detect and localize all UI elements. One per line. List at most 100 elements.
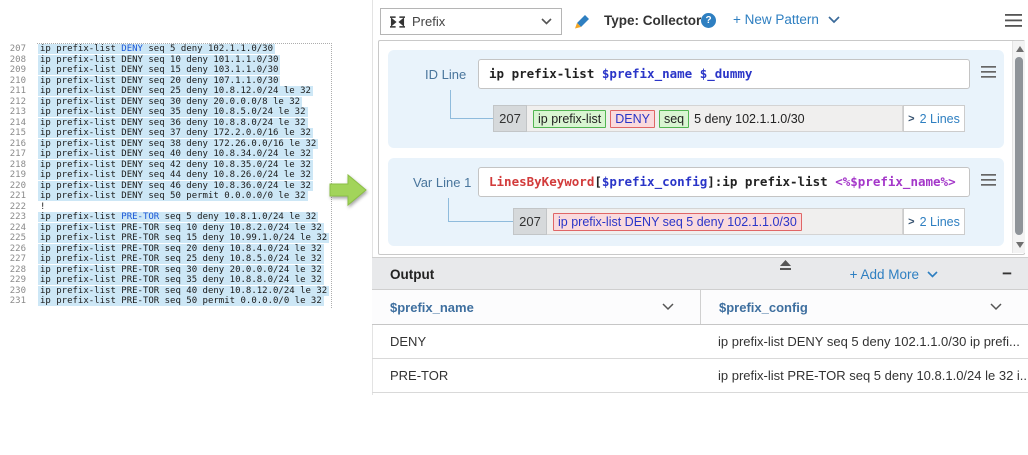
expand-lines-label: 2 Lines bbox=[920, 112, 960, 126]
code-text: ip prefix-list PRE-TOR seq 30 deny 20.0.… bbox=[38, 265, 324, 275]
code-text: ip prefix-list DENY seq 38 deny 172.26.0… bbox=[38, 139, 318, 149]
code-text: ip prefix-list PRE-TOR seq 20 deny 10.8.… bbox=[38, 244, 324, 254]
code-text: ip prefix-list DENY seq 37 deny 172.2.0.… bbox=[38, 128, 313, 138]
line-number: 213 bbox=[4, 107, 26, 118]
code-text: ip prefix-list DENY seq 30 deny 20.0.0.0… bbox=[38, 97, 302, 107]
line-number: 210 bbox=[4, 76, 26, 87]
code-text: ip prefix-list DENY seq 46 deny 10.8.36.… bbox=[38, 181, 313, 191]
pattern-segment-tpl: <%$prefix_name%> bbox=[835, 174, 955, 189]
minimize-button[interactable]: − bbox=[1002, 258, 1012, 289]
table-row[interactable]: PRE-TORip prefix-list PRE-TOR seq 5 deny… bbox=[372, 359, 1028, 393]
var-line-menu-icon[interactable] bbox=[981, 174, 996, 186]
new-pattern-button[interactable]: + New Pattern bbox=[733, 12, 840, 27]
code-keyword: PRE-TOR bbox=[121, 212, 159, 222]
pattern-select[interactable]: Prefix bbox=[380, 8, 562, 35]
cell-prefix-name: PRE-TOR bbox=[372, 359, 700, 392]
var-expand-lines-button[interactable]: > 2 Lines bbox=[903, 208, 965, 235]
sample-token-match: seq bbox=[659, 110, 689, 128]
scroll-down-icon[interactable] bbox=[1016, 242, 1024, 248]
line-number: 212 bbox=[4, 97, 26, 108]
code-line: 215ip prefix-list DENY seq 37 deny 172.2… bbox=[4, 128, 329, 139]
id-line-pattern-input[interactable]: ip prefix-list $prefix_name $_dummy bbox=[478, 59, 970, 89]
column-header-prefix-config[interactable]: $prefix_config bbox=[700, 290, 1028, 324]
line-number: 211 bbox=[4, 86, 26, 97]
type-label: Type: Collector bbox=[604, 13, 701, 28]
line-number: 218 bbox=[4, 160, 26, 171]
scroll-up-icon[interactable] bbox=[1016, 46, 1024, 52]
var-line-pattern-input[interactable]: LinesByKeyword[$prefix_config]:ip prefix… bbox=[478, 167, 970, 197]
code-line: 229 ip prefix-list PRE-TOR seq 35 deny 10… bbox=[4, 275, 329, 286]
menu-icon[interactable] bbox=[1005, 14, 1022, 27]
code-line: 231ip prefix-list PRE-TOR seq 50 permit … bbox=[4, 296, 329, 307]
line-number: 207 bbox=[4, 44, 26, 55]
screenshot-root: 207 ip prefix-list DENY seq 5 deny 102.1.… bbox=[0, 0, 1028, 455]
var-line-label: Var Line 1 bbox=[413, 175, 471, 190]
line-number: 221 bbox=[4, 191, 26, 202]
code-text: ip prefix-list DENY seq 20 deny 107.1.1.… bbox=[38, 76, 280, 86]
chevron-down-icon bbox=[541, 18, 552, 25]
code-text: ip prefix-list DENY seq 42 deny 10.8.35.… bbox=[38, 160, 313, 170]
chevron-down-icon bbox=[990, 303, 1002, 311]
code-text: ip prefix-list DENY seq 10 deny 101.1.1.… bbox=[38, 55, 280, 65]
id-line-connector bbox=[450, 90, 493, 119]
line-number: 225 bbox=[4, 233, 26, 244]
editor-scrollbar[interactable] bbox=[1012, 41, 1025, 253]
code-line: 227 ip prefix-list PRE-TOR seq 25 deny 10… bbox=[4, 254, 329, 265]
pattern-segment-func: LinesByKeyword bbox=[489, 174, 594, 189]
code-text: ip prefix-list PRE-TOR seq 35 deny 10.8.… bbox=[38, 275, 324, 285]
code-line: 210 ip prefix-list DENY seq 20 deny 107.1… bbox=[4, 76, 329, 87]
code-text: ip prefix-list DENY seq 50 permit 0.0.0.… bbox=[38, 191, 308, 201]
collapse-panel-icon[interactable] bbox=[779, 260, 792, 271]
id-line-menu-icon[interactable] bbox=[981, 66, 996, 78]
line-number: 229 bbox=[4, 275, 26, 286]
line-number: 224 bbox=[4, 223, 26, 234]
output-title: Output bbox=[390, 258, 434, 291]
chevron-down-icon bbox=[828, 16, 840, 24]
code-line: 212 ip prefix-list DENY seq 30 deny 20.0.… bbox=[4, 97, 329, 108]
line-number: 214 bbox=[4, 118, 26, 129]
chevron-down-icon bbox=[662, 303, 674, 311]
code-line: 226ip prefix-list PRE-TOR seq 20 deny 10… bbox=[4, 244, 329, 255]
output-table-header: $prefix_name $prefix_config bbox=[372, 290, 1028, 325]
var-sample-row: ip prefix-list DENY seq 5 deny 102.1.1.0… bbox=[547, 208, 903, 235]
column-header-prefix-name[interactable]: $prefix_name bbox=[372, 290, 700, 324]
code-line: 222! bbox=[4, 202, 329, 213]
table-row[interactable]: DENYip prefix-list DENY seq 5 deny 102.1… bbox=[372, 325, 1028, 359]
code-line: 223ip prefix-list PRE-TOR seq 5 deny 10.… bbox=[4, 212, 329, 223]
code-text: ip prefix-list PRE-TOR seq 25 deny 10.8.… bbox=[38, 254, 324, 264]
line-number: 222 bbox=[4, 202, 26, 213]
scrollbar-thumb[interactable] bbox=[1015, 57, 1023, 235]
line-number: 209 bbox=[4, 65, 26, 76]
sample-token-capture: ip prefix-list DENY seq 5 deny 102.1.1.0… bbox=[553, 213, 802, 231]
add-more-label: + Add More bbox=[850, 267, 919, 282]
chevron-right-icon: > bbox=[908, 216, 914, 228]
sample-token-match: ip prefix-list bbox=[533, 110, 606, 128]
flow-arrow-icon bbox=[329, 171, 367, 209]
code-line: 217ip prefix-list DENY seq 40 deny 10.8.… bbox=[4, 149, 329, 160]
code-line: 220ip prefix-list DENY seq 46 deny 10.8.… bbox=[4, 181, 329, 192]
pattern-select-value: Prefix bbox=[412, 14, 534, 29]
line-number: 231 bbox=[4, 296, 26, 307]
chevron-right-icon: > bbox=[908, 113, 914, 125]
expand-lines-label: 2 Lines bbox=[920, 215, 960, 229]
code-line: 214ip prefix-list DENY seq 36 deny 10.8.… bbox=[4, 118, 329, 129]
line-number: 216 bbox=[4, 139, 26, 150]
code-text: ! bbox=[38, 202, 47, 212]
add-more-button[interactable]: + Add More bbox=[850, 258, 938, 291]
code-text: ip prefix-list DENY seq 40 deny 10.8.34.… bbox=[38, 149, 313, 159]
code-keyword: DENY bbox=[121, 44, 143, 54]
pattern-segment-var: $_dummy bbox=[700, 66, 753, 81]
line-number: 227 bbox=[4, 254, 26, 265]
code-line: 208 ip prefix-list DENY seq 10 deny 101.1… bbox=[4, 55, 329, 66]
code-text: ip prefix-list DENY seq 5 deny 102.1.1.0… bbox=[38, 44, 275, 54]
pattern-icon bbox=[390, 16, 405, 28]
pattern-segment-plain: [ bbox=[594, 174, 602, 189]
id-expand-lines-button[interactable]: > 2 Lines bbox=[903, 105, 965, 132]
line-number: 208 bbox=[4, 55, 26, 66]
config-code-pane[interactable]: 207 ip prefix-list DENY seq 5 deny 102.1.… bbox=[4, 44, 329, 307]
help-icon[interactable]: ? bbox=[701, 13, 716, 28]
edit-pencil-icon[interactable] bbox=[572, 13, 591, 31]
code-line: 219ip prefix-list DENY seq 44 deny 10.8.… bbox=[4, 170, 329, 181]
code-text: ip prefix-list DENY seq 44 deny 10.8.26.… bbox=[38, 170, 313, 180]
id-sample-row: ip prefix-listDENYseq5 deny 102.1.1.0/30 bbox=[527, 105, 903, 132]
